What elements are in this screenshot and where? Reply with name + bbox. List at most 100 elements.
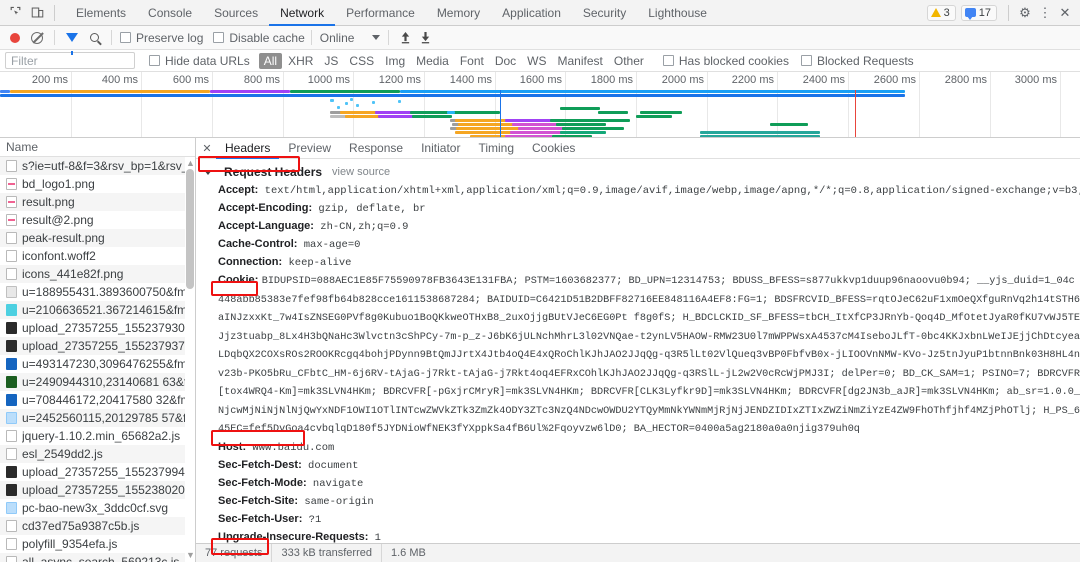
list-item[interactable]: upload_27357255_1552379947652.jpg (0, 463, 195, 481)
close-detail-icon[interactable]: ✕ (198, 139, 216, 157)
message-badge[interactable]: 17 (961, 5, 997, 21)
file-type-icon (6, 394, 17, 406)
list-item[interactable]: icons_441e82f.png (0, 265, 195, 283)
overview-request-bar (600, 127, 624, 130)
list-item[interactable]: upload_27357255_1552379379681.jpg (0, 337, 195, 355)
tab-response[interactable]: Response (340, 138, 412, 159)
list-item[interactable]: upload_27357255_1552380200456.png (0, 481, 195, 499)
file-type-icon (6, 250, 17, 262)
scroll-down-arrow[interactable]: ▼ (186, 550, 194, 560)
file-type-icon (6, 214, 17, 226)
inspect-icon[interactable] (4, 2, 26, 24)
request-list[interactable]: s?ie=utf-8&f=3&rsv_bp=1&rsv_idx=1&bd_log… (0, 157, 195, 562)
tab-sources[interactable]: Sources (203, 0, 269, 26)
list-item[interactable]: all_async_search_569213c.js (0, 553, 195, 562)
type-filter-manifest[interactable]: Manifest (553, 53, 608, 69)
dom-content-loaded-line (500, 90, 501, 137)
type-filter-doc[interactable]: Doc (490, 53, 521, 69)
file-type-icon (6, 286, 17, 298)
search-button[interactable] (83, 27, 105, 49)
hide-data-urls-checkbox[interactable]: Hide data URLs (149, 54, 250, 68)
list-item[interactable]: polyfill_9354efa.js (0, 535, 195, 553)
tab-preview[interactable]: Preview (279, 138, 340, 159)
throttling-dropdown[interactable]: Online (318, 31, 383, 45)
overview-request-bar (356, 104, 359, 107)
tab-performance[interactable]: Performance (335, 0, 426, 26)
request-headers-section-header[interactable]: Request Headers view source (204, 165, 1080, 179)
type-filter-img[interactable]: Img (380, 53, 410, 69)
type-filter-css[interactable]: CSS (344, 53, 379, 69)
tab-application[interactable]: Application (491, 0, 572, 26)
type-filter-js[interactable]: JS (319, 53, 343, 69)
header-row: Connection: keep-alive (204, 254, 1080, 272)
tab-lighthouse[interactable]: Lighthouse (637, 0, 718, 26)
list-item[interactable]: esl_2549dd2.js (0, 445, 195, 463)
tab-network[interactable]: Network (269, 0, 335, 26)
list-item[interactable]: u=493147230,3096476255&fm=195& (0, 355, 195, 373)
type-filter-other[interactable]: Other (609, 53, 649, 69)
scrollbar-thumb[interactable] (186, 169, 194, 289)
close-icon[interactable]: ✕ (1055, 3, 1075, 23)
list-item[interactable]: pc-bao-new3x_3ddc0cf.svg (0, 499, 195, 517)
header-key: Host: (218, 441, 246, 453)
request-name: pc-bao-new3x_3ddc0cf.svg (22, 501, 168, 515)
list-item[interactable]: result@2.png (0, 211, 195, 229)
warning-badge[interactable]: 3 (927, 5, 956, 21)
overview-request-bar (556, 123, 606, 126)
overview-request-bar (345, 102, 348, 105)
list-item[interactable]: u=2490944310,23140681 63&fm=2188 (0, 373, 195, 391)
request-list-header: Name (0, 138, 195, 157)
type-filter-font[interactable]: Font (455, 53, 489, 69)
export-har-button[interactable] (415, 28, 435, 48)
blocked-requests-checkbox[interactable]: Blocked Requests (801, 54, 914, 68)
list-item[interactable]: u=708446172,20417580 32&fm=2188& (0, 391, 195, 409)
filter-toggle-button[interactable] (61, 27, 83, 49)
disable-cache-checkbox[interactable]: Disable cache (213, 31, 304, 45)
type-filter-all[interactable]: All (259, 53, 282, 69)
type-filter-media[interactable]: Media (411, 53, 454, 69)
overview-request-bar (598, 111, 628, 114)
list-item[interactable]: jquery-1.10.2.min_65682a2.js (0, 427, 195, 445)
tab-cookies[interactable]: Cookies (523, 138, 584, 159)
tab-timing[interactable]: Timing (469, 138, 523, 159)
tab-console[interactable]: Console (137, 0, 203, 26)
scroll-up-arrow[interactable]: ▲ (186, 158, 194, 168)
request-list-scrollbar[interactable]: ▲ ▼ (185, 157, 195, 562)
record-button[interactable] (4, 27, 26, 49)
file-type-icon (6, 322, 17, 334)
type-filter-xhr[interactable]: XHR (283, 53, 318, 69)
list-item[interactable]: s?ie=utf-8&f=3&rsv_bp=1&rsv_idx=1& (0, 157, 195, 175)
has-blocked-cookies-checkbox[interactable]: Has blocked cookies (663, 54, 789, 68)
tab-elements[interactable]: Elements (65, 0, 137, 26)
file-type-icon (6, 196, 17, 208)
list-item[interactable]: peak-result.png (0, 229, 195, 247)
list-item[interactable]: u=188955431.3893600750&fm=195& (0, 283, 195, 301)
clear-button[interactable] (26, 27, 48, 49)
tab-initiator[interactable]: Initiator (412, 138, 469, 159)
list-item[interactable]: u=2452560115,20129785 57&fm=2188 (0, 409, 195, 427)
list-item[interactable]: bd_logo1.png (0, 175, 195, 193)
tab-memory[interactable]: Memory (426, 0, 491, 26)
filter-input[interactable] (5, 52, 135, 69)
header-key: Sec-Fetch-Site: (218, 495, 298, 507)
preserve-log-checkbox[interactable]: Preserve log (120, 31, 203, 45)
device-toolbar-icon[interactable] (26, 2, 48, 24)
tab-security[interactable]: Security (572, 0, 637, 26)
overview-request-bar (636, 115, 672, 118)
list-item[interactable]: upload_27357255_1552379308376.jpg (0, 319, 195, 337)
request-name: iconfont.woff2 (22, 249, 96, 263)
list-item[interactable]: u=2106636521.367214615&fm=202&. (0, 301, 195, 319)
request-name: s?ie=utf-8&f=3&rsv_bp=1&rsv_idx=1& (22, 159, 195, 173)
view-source-link[interactable]: view source (332, 166, 390, 178)
import-har-button[interactable] (395, 28, 415, 48)
type-filter-ws[interactable]: WS (522, 53, 551, 69)
list-item[interactable]: cd37ed75a9387c5b.js (0, 517, 195, 535)
more-options-icon[interactable]: ⋮ (1035, 3, 1055, 23)
header-key: Cache-Control: (218, 238, 297, 250)
gear-icon[interactable]: ⚙ (1015, 3, 1035, 23)
tab-headers[interactable]: Headers (216, 138, 279, 159)
list-item[interactable]: result.png (0, 193, 195, 211)
topbar-right-group: 3 17 ⚙ ⋮ ✕ (927, 3, 1080, 23)
list-item[interactable]: iconfont.woff2 (0, 247, 195, 265)
network-overview[interactable]: 200 ms400 ms600 ms800 ms1000 ms1200 ms14… (0, 72, 1080, 138)
